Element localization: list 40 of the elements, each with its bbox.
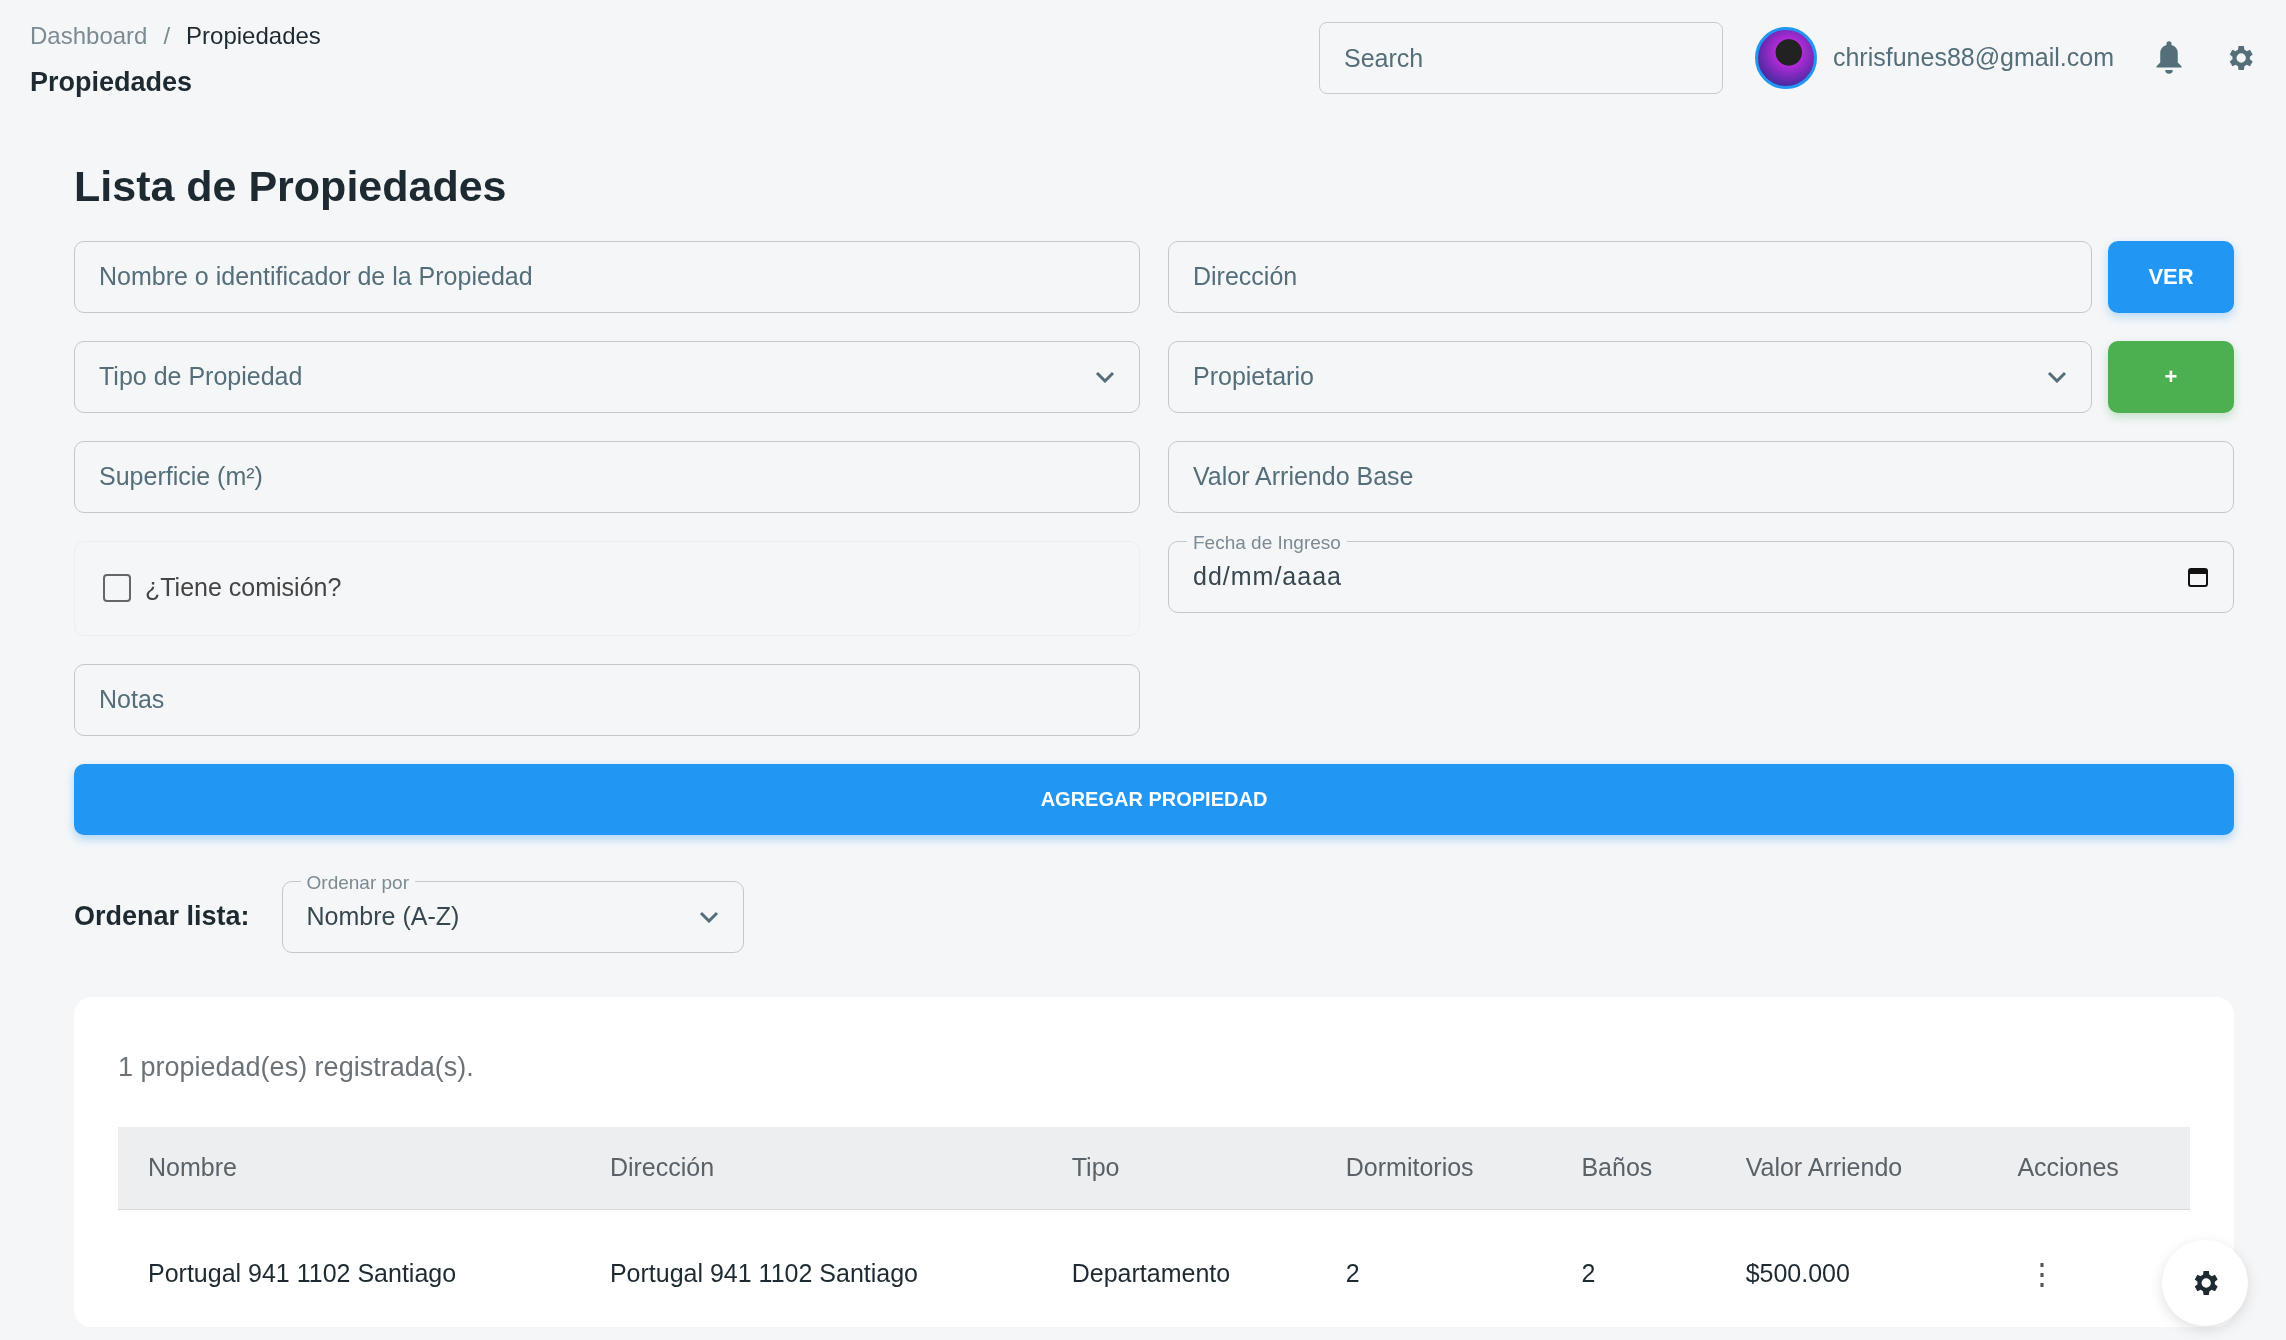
table-cell: $500.000: [1715, 1209, 1988, 1327]
column-header: Dirección: [579, 1127, 1042, 1209]
column-header: Baños: [1551, 1127, 1716, 1209]
add-property-button[interactable]: AGREGAR PROPIEDAD: [74, 763, 2234, 835]
breadcrumb-separator: /: [163, 22, 171, 49]
owner-select[interactable]: Propietario: [1168, 340, 2092, 413]
more-actions-button[interactable]: ⋮: [2017, 1250, 2068, 1296]
record-count: 1 propiedad(es) registrada(s).: [118, 1050, 475, 1084]
sort-label: Ordenar lista:: [74, 900, 250, 934]
chevron-down-icon: [2047, 370, 2067, 383]
table-cell: 2: [1315, 1209, 1552, 1327]
column-header: Nombre: [118, 1127, 580, 1209]
rent-field[interactable]: Valor Arriendo Base: [1168, 440, 2234, 513]
bell-icon[interactable]: [2154, 41, 2184, 75]
chevron-down-icon: [698, 910, 719, 923]
add-button[interactable]: +: [2108, 340, 2234, 413]
page-title: Propiedades: [30, 66, 194, 99]
column-header: Valor Arriendo: [1715, 1127, 1988, 1209]
view-button[interactable]: VER: [2108, 240, 2234, 313]
search-field[interactable]: Search: [1318, 22, 1723, 94]
type-select[interactable]: Tipo de Propiedad: [74, 340, 1140, 413]
table-cell: Departamento: [1041, 1209, 1316, 1327]
chevron-down-icon: [1095, 370, 1115, 383]
calendar-icon[interactable]: [2187, 565, 2209, 588]
notes-field[interactable]: Notas: [74, 663, 1140, 736]
checkbox-label: ¿Tiene comisión?: [145, 572, 342, 604]
column-header: Dormitorios: [1315, 1127, 1552, 1209]
column-header: Acciones: [1987, 1127, 2190, 1209]
section-heading: Lista de Propiedades: [74, 161, 508, 212]
user-email: chrisfunes88@gmail.com: [1832, 42, 2114, 74]
name-field[interactable]: Nombre o identificador de la Propiedad: [74, 240, 1140, 313]
breadcrumb-link[interactable]: Dashboard: [30, 22, 148, 49]
checkbox[interactable]: [103, 574, 131, 602]
table-cell: 2: [1551, 1209, 1716, 1327]
area-field[interactable]: Superficie (m²): [74, 440, 1140, 513]
address-field[interactable]: Dirección: [1168, 240, 2092, 313]
column-header: Tipo: [1041, 1127, 1316, 1209]
table-cell: Portugal 941 1102 Santiago: [579, 1209, 1042, 1327]
table-cell: Portugal 941 1102 Santiago: [118, 1209, 580, 1327]
breadcrumb-current: Propiedades: [186, 22, 321, 49]
